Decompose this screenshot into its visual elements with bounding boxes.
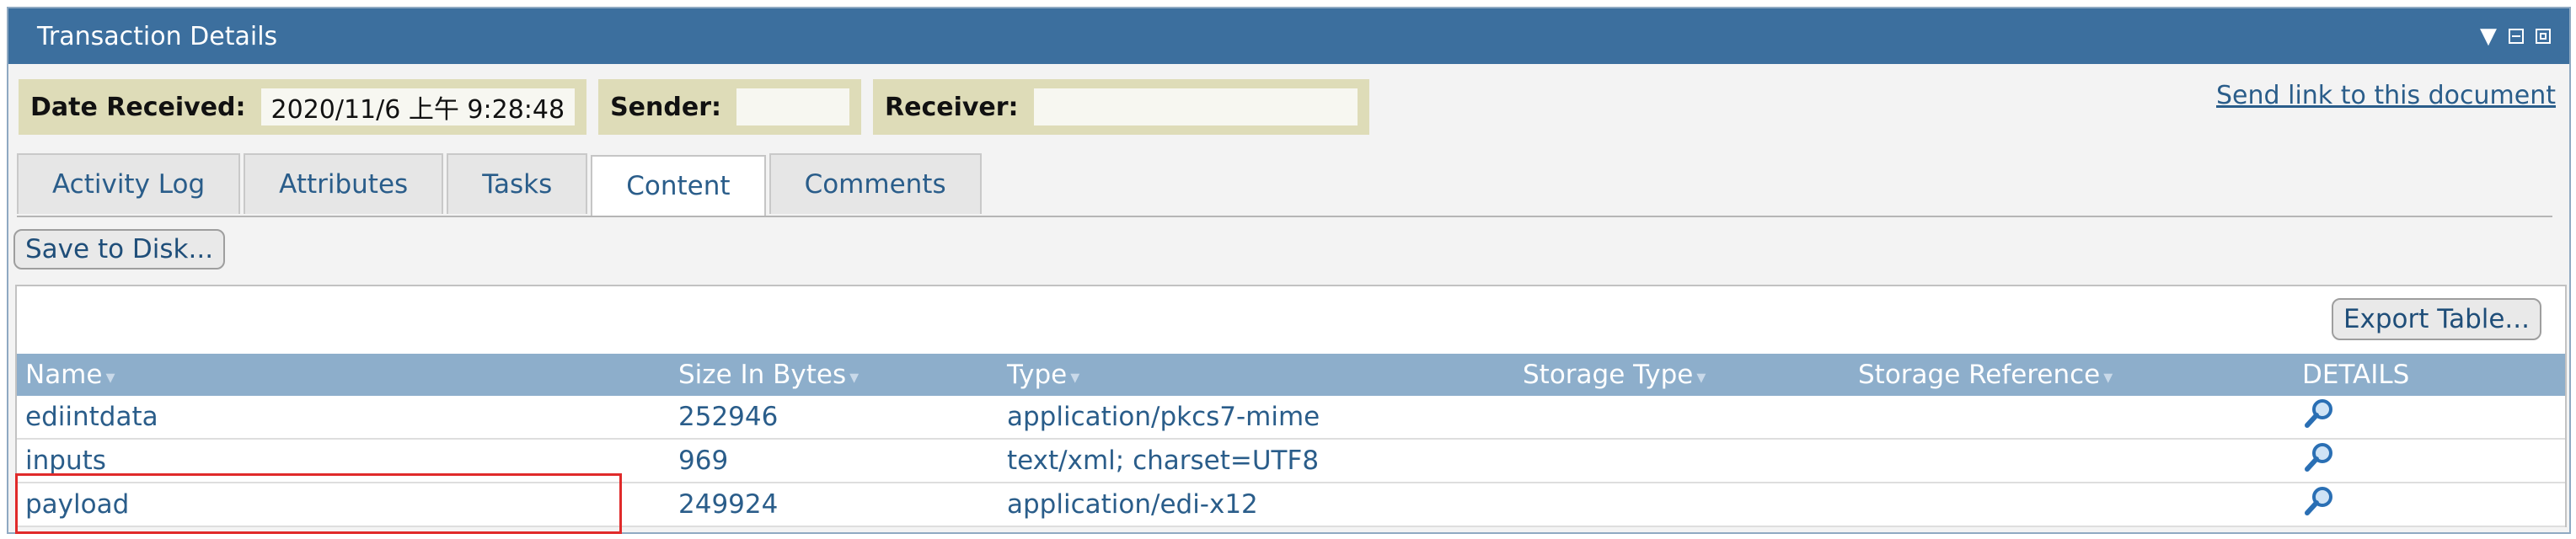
row-name-link[interactable]: ediintdata bbox=[17, 396, 670, 440]
tab-content[interactable]: Content bbox=[591, 155, 766, 216]
col-header-details: DETAILS bbox=[2294, 354, 2565, 396]
maximize-icon[interactable] bbox=[2536, 29, 2551, 44]
receiver-value-redacted[interactable] bbox=[1033, 88, 1358, 125]
row-storage-type bbox=[1514, 439, 1850, 483]
sender-label: Sender: bbox=[610, 92, 721, 122]
row-details bbox=[2294, 483, 2565, 527]
tab-activity-log[interactable]: Activity Log bbox=[17, 153, 241, 214]
tab-comments[interactable]: Comments bbox=[769, 153, 982, 214]
receiver-label: Receiver: bbox=[885, 92, 1019, 122]
export-table-button[interactable]: Export Table... bbox=[2331, 298, 2541, 340]
row-type: application/edi-x12 bbox=[999, 483, 1514, 527]
row-size: 969 bbox=[670, 439, 999, 483]
panel-titlebar: Transaction Details ▼ bbox=[8, 8, 2569, 64]
highlight-box bbox=[15, 473, 622, 534]
row-size: 249924 bbox=[670, 483, 999, 527]
minimize-icon[interactable] bbox=[2509, 29, 2524, 44]
sort-icon: ▾ bbox=[849, 367, 860, 388]
date-received-value: 2020/11/6 上午 9:28:48 bbox=[260, 88, 576, 125]
row-storage-reference bbox=[1850, 439, 2294, 483]
row-storage-type bbox=[1514, 396, 1850, 440]
sort-icon: ▾ bbox=[1696, 367, 1706, 388]
send-link[interactable]: Send link to this document bbox=[2216, 81, 2556, 110]
row-storage-reference bbox=[1850, 483, 2294, 527]
tab-tasks[interactable]: Tasks bbox=[447, 153, 588, 214]
table-header-row: Name ▾ Size In Bytes ▾ Type ▾ Storage Type ▾… bbox=[17, 354, 2565, 396]
meta-row: Date Received: 2020/11/6 上午 9:28:48 Send… bbox=[19, 79, 1369, 135]
panel-title: Transaction Details bbox=[37, 21, 278, 51]
row-type: text/xml; charset=UTF8 bbox=[999, 439, 1514, 483]
col-header-storage-type[interactable]: Storage Type ▾ bbox=[1514, 354, 1850, 396]
sort-icon: ▾ bbox=[1070, 367, 1080, 388]
row-size: 252946 bbox=[670, 396, 999, 440]
row-storage-type bbox=[1514, 483, 1850, 527]
col-header-size[interactable]: Size In Bytes ▾ bbox=[670, 354, 999, 396]
magnifier-icon[interactable] bbox=[2302, 440, 2336, 474]
sort-icon: ▾ bbox=[105, 367, 115, 388]
save-to-disk-button[interactable]: Save to Disk... bbox=[13, 229, 226, 270]
row-type: application/pkcs7-mime bbox=[999, 396, 1514, 440]
dropdown-icon[interactable]: ▼ bbox=[2480, 25, 2497, 47]
date-received-label: Date Received: bbox=[30, 92, 246, 122]
magnifier-icon[interactable] bbox=[2302, 484, 2336, 518]
magnifier-icon[interactable] bbox=[2302, 397, 2336, 430]
date-received-chip: Date Received: 2020/11/6 上午 9:28:48 bbox=[19, 79, 587, 135]
row-details bbox=[2294, 396, 2565, 440]
row-details bbox=[2294, 439, 2565, 483]
sender-value-redacted[interactable] bbox=[736, 88, 849, 125]
receiver-chip: Receiver: bbox=[873, 79, 1369, 135]
col-header-storage-reference[interactable]: Storage Reference ▾ bbox=[1850, 354, 2294, 396]
tab-attributes[interactable]: Attributes bbox=[244, 153, 444, 214]
transaction-details-panel: Transaction Details ▼ Date Received: 202… bbox=[7, 7, 2571, 534]
row-storage-reference bbox=[1850, 396, 2294, 440]
panel-controls: ▼ bbox=[2480, 25, 2551, 47]
sort-icon: ▾ bbox=[2103, 367, 2113, 388]
col-header-name[interactable]: Name ▾ bbox=[17, 354, 670, 396]
col-header-type[interactable]: Type ▾ bbox=[999, 354, 1514, 396]
sender-chip: Sender: bbox=[598, 79, 861, 135]
tab-bar: Activity Log Attributes Tasks Content Co… bbox=[17, 153, 2552, 217]
table-row: ediintdata 252946 application/pkcs7-mime bbox=[17, 396, 2565, 440]
